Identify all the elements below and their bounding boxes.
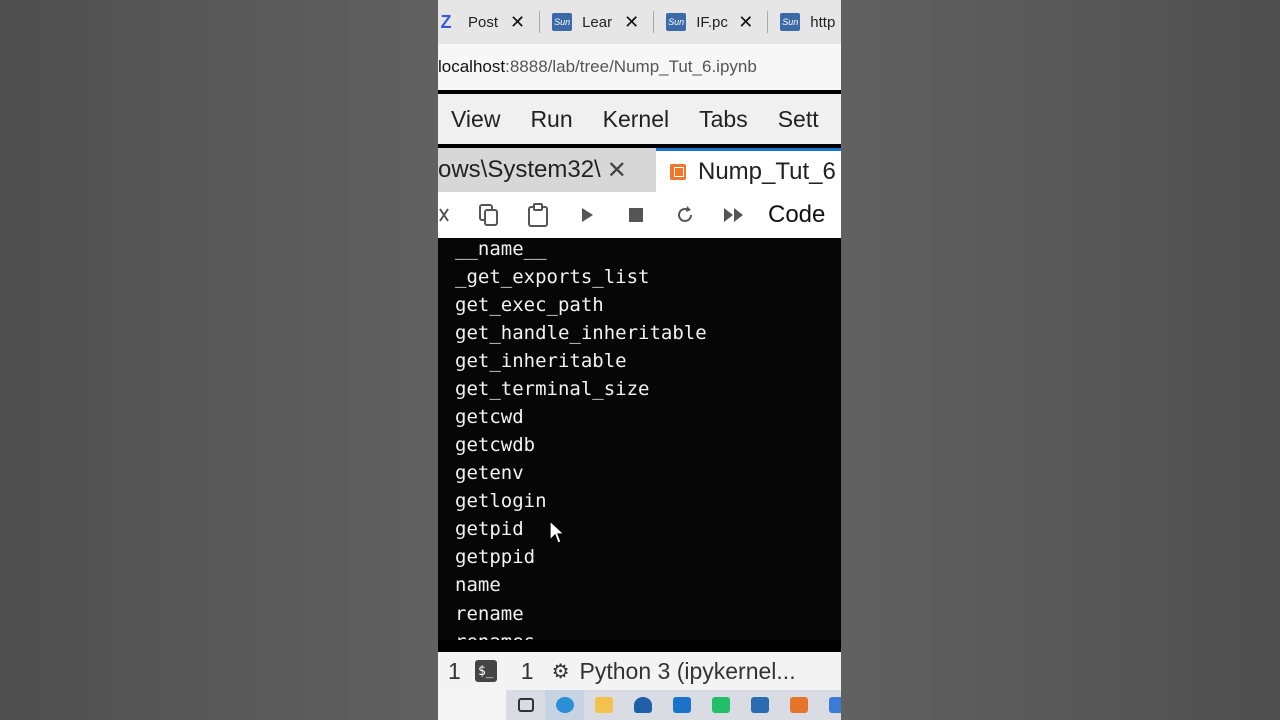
status-bar: 1 $_ 1 ⚙ Python 3 (ipykernel... [438,652,841,690]
menu-kernel[interactable]: Kernel [603,106,669,133]
mail-icon[interactable] [662,690,701,720]
output-line: get_handle_inheritable [455,322,707,344]
right-blurred-background [841,0,1280,720]
document-tab-bar: ows\System32\ ✕ Nump_Tut_6 [438,148,841,192]
output-line: getppid [455,546,536,568]
taskbar [438,690,841,720]
sun-favicon-icon: Sun [552,13,573,31]
run-cell-icon[interactable] [562,192,611,238]
browser-tab-title: Lear [582,13,613,31]
restart-kernel-icon[interactable] [660,192,709,238]
mouse-pointer-icon [549,520,565,544]
notebook-icon [670,163,686,180]
browser-tab[interactable]: Z Post ✕ [438,0,552,44]
notebook-toolbar: Code [438,192,841,239]
kernel-icon: ⚙ [551,660,570,683]
terminal-icon[interactable]: $_ [474,660,497,682]
fast-forward-icon[interactable] [709,192,758,238]
cell-type-select[interactable]: Code [768,201,825,229]
menu-view[interactable]: View [451,106,500,133]
cell-output: __name__ _get_exports_list get_exec_path… [438,238,841,640]
browser-tab[interactable]: Sun IF.pc ✕ [666,0,780,44]
menu-settings[interactable]: Sett [778,106,819,133]
output-line: getcwdb [455,434,536,456]
tab-notebook[interactable]: Nump_Tut_6 [656,148,841,192]
file-explorer-icon[interactable] [584,690,623,720]
taskbar-search[interactable] [438,690,506,720]
close-icon[interactable]: ✕ [510,12,525,33]
menu-tabs[interactable]: Tabs [699,106,748,133]
tab-terminal[interactable]: ows\System32\ ✕ [438,148,656,192]
browser-tab-title: IF.pc [696,13,728,31]
calendar-icon[interactable] [818,690,841,720]
close-icon[interactable]: ✕ [624,12,639,33]
output-line: getlogin [455,490,547,512]
output-line: getpid [455,518,524,540]
output-line: getenv [455,462,524,484]
tab-terminal-label: ows\System32\ [438,156,601,183]
url-host: localhost [438,57,506,76]
browser-tab[interactable]: Sun Lear ✕ [552,0,666,44]
screen-capture: Z Post ✕ Sun Lear ✕ Sun IF.pc ✕ Sun http… [438,0,841,720]
tab-notebook-label: Nump_Tut_6 [698,157,836,185]
sun-favicon-icon: Sun [780,13,801,31]
close-icon[interactable]: ✕ [607,156,627,185]
browser-tab-strip: Z Post ✕ Sun Lear ✕ Sun IF.pc ✕ Sun http [438,0,841,44]
output-line: rename [455,603,524,625]
output-line: _get_exports_list [455,266,650,288]
output-line: name [455,574,501,596]
edge-browser-icon[interactable] [545,690,584,720]
close-icon[interactable]: ✕ [738,12,753,33]
browser-tab-title: Post [468,13,499,31]
pycharm-icon[interactable] [701,690,740,720]
output-line: get_exec_path [455,294,604,316]
cut-icon[interactable] [438,192,464,238]
left-blurred-background [0,0,438,720]
paste-icon[interactable] [513,192,562,238]
tab-divider [767,11,769,33]
sun-favicon-icon: Sun [666,13,687,31]
menu-run[interactable]: Run [530,106,572,133]
app-icon[interactable] [740,690,779,720]
output-line: get_terminal_size [455,378,650,400]
browser-tab[interactable]: Sun http [780,0,840,44]
browser-tab-title: http [810,13,836,31]
output-line: getcwd [455,406,524,428]
z-logo-icon: Z [440,11,452,32]
kernel-status[interactable]: Python 3 (ipykernel... [580,658,796,685]
status-count: 1 [520,657,534,684]
status-count: 1 [448,657,461,684]
document-icon[interactable] [779,690,818,720]
tab-divider [539,11,541,33]
address-bar[interactable]: localhost:8888/lab/tree/Nump_Tut_6.ipynb [438,44,841,90]
output-line: renames [455,631,535,640]
onedrive-icon[interactable] [623,690,662,720]
task-view-icon[interactable] [506,690,545,720]
output-line: __name__ [455,238,547,260]
stop-kernel-icon[interactable] [611,192,660,238]
copy-icon[interactable] [464,192,513,238]
jupyter-menu-bar: View Run Kernel Tabs Sett [438,94,841,144]
url-path: :8888/lab/tree/Nump_Tut_6.ipynb [505,57,757,76]
tab-divider [653,11,655,33]
output-line: get_inheritable [455,350,627,372]
